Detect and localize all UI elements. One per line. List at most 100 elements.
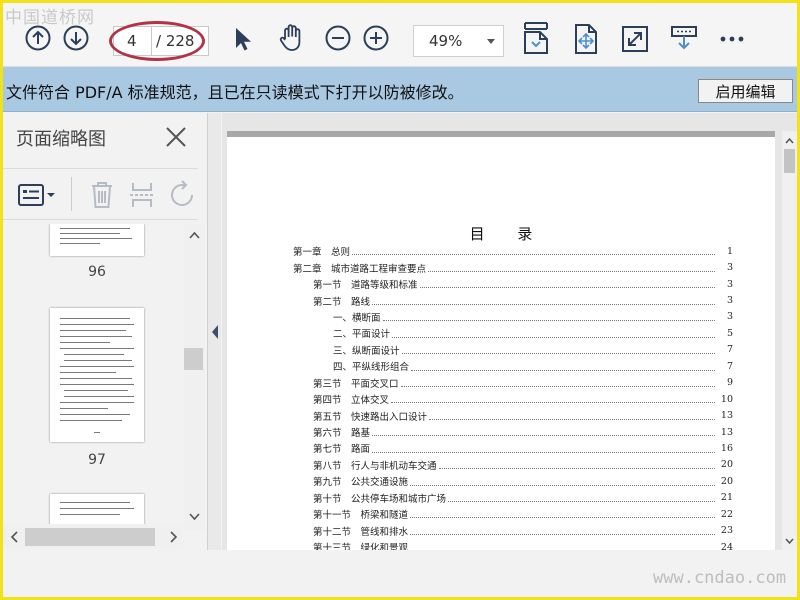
tray-download-icon [671, 26, 697, 50]
toc-entry-label: 第一章 总则 [293, 247, 351, 259]
toc-entry-page: 22 [720, 508, 733, 520]
hand-tool-button[interactable] [275, 21, 309, 55]
total-pages-label: / 228 [156, 32, 195, 50]
toc-entry[interactable]: 第十三节 绿化和景观 24 [293, 539, 733, 550]
page-layout-button[interactable] [519, 19, 553, 57]
download-tool-button[interactable] [667, 21, 701, 55]
toc-entry-label: 四、平纵线形组合 [333, 362, 410, 374]
thumbnail-list[interactable]: 96 97 [3, 224, 183, 524]
arrow-down-icon [63, 25, 89, 51]
toc-entry[interactable]: 第一章 总则 1 [293, 243, 733, 259]
split-icon [130, 183, 154, 207]
toc-entry-page: 3 [726, 262, 733, 274]
toc-entry-label: 第九节 公共交通设施 [313, 477, 409, 489]
toc-entry[interactable]: 第十二节 管线和排水 23 [293, 522, 733, 538]
current-page-input[interactable]: 4 [114, 27, 152, 55]
zoom-out-button[interactable] [323, 23, 353, 53]
toc-entry-page: 1 [726, 245, 733, 257]
rotate-view-button[interactable] [569, 21, 603, 57]
thumbnail-options-button[interactable] [15, 179, 59, 211]
toc-entry[interactable]: 第十一节 桥梁和隧道 22 [293, 506, 733, 522]
toc-entry-page: 7 [726, 344, 733, 356]
toc-entry[interactable]: 第六节 路基 13 [293, 424, 733, 440]
toc-leader-dots [429, 418, 715, 420]
toc-entry[interactable]: 第五节 快速路出入口设计 13 [293, 407, 733, 423]
zoom-in-button[interactable] [361, 23, 391, 53]
toc-entry-label: 第八节 行人与非机动车交通 [313, 460, 437, 472]
panel-title: 页面缩略图 [16, 129, 106, 150]
thumbnail-page-number: 97 [88, 452, 106, 468]
page-thumbnail[interactable] [50, 224, 144, 256]
delete-page-button[interactable] [87, 179, 117, 211]
rotate-icon [171, 180, 193, 206]
toc-entry-page: 3 [726, 295, 733, 307]
toolbar-divider [71, 177, 72, 211]
toc-leader-dots [428, 270, 715, 272]
toc-entry-page: 3 [726, 311, 733, 323]
horizontal-scroll-thumb[interactable] [25, 528, 155, 546]
document-move-icon [575, 24, 597, 54]
toc-leader-dots [410, 517, 715, 519]
toc-entry[interactable]: 一、横断面 3 [293, 309, 733, 325]
toc-entry[interactable]: 三、纵断面设计 7 [293, 342, 733, 358]
thumbnail-vertical-scrollbar[interactable] [184, 224, 205, 530]
toc-entry[interactable]: 第九节 公共交通设施 20 [293, 473, 733, 489]
toc-entry-label: 第四节 立体交叉 [313, 395, 390, 407]
cursor-arrow-icon [236, 28, 251, 51]
toc-leader-dots [401, 353, 715, 355]
document-view[interactable]: 目 录 第一章 总则 1 第二章 城市道路工程审查要点 3 第一节 道路等级和标准 3 第二… [222, 113, 797, 550]
toc-leader-dots [400, 385, 715, 387]
toc-leader-dots [448, 501, 715, 502]
arrow-up-icon [25, 25, 51, 51]
toc-entry[interactable]: 第一节 道路等级和标准 3 [293, 276, 733, 292]
rotate-page-button[interactable] [167, 179, 197, 211]
thumbnail-toolbar [3, 168, 198, 220]
toc-entry-label: 第十一节 桥梁和隧道 [313, 510, 409, 522]
toc-entry-page: 20 [720, 459, 733, 471]
enable-editing-button[interactable]: 启用编辑 [698, 79, 793, 103]
page-number-field[interactable]: 4 / 228 [113, 26, 209, 56]
toc-entry[interactable]: 四、平纵线形组合 7 [293, 358, 733, 374]
toc-entry-page: 13 [720, 426, 733, 438]
toc-entry-page: 7 [726, 360, 733, 372]
toc-entry-page: 13 [720, 410, 733, 422]
toc-entry[interactable]: 第八节 行人与非机动车交通 20 [293, 457, 733, 473]
toc-leader-dots [352, 254, 715, 256]
toc-leader-dots [419, 287, 715, 289]
toc-entry[interactable]: 二、平面设计 5 [293, 325, 733, 341]
more-options-button[interactable] [715, 23, 749, 55]
toc-leader-dots [382, 320, 715, 322]
close-panel-button[interactable] [163, 124, 189, 150]
document-vertical-scrollbar[interactable] [782, 131, 797, 550]
collapse-panel-handle[interactable] [207, 113, 221, 550]
toc-entry[interactable]: 第四节 立体交叉 10 [293, 391, 733, 407]
thumbnail-scroll-thumb[interactable] [184, 348, 203, 370]
zoom-out-icon [325, 25, 351, 51]
toc-entry-label: 二、平面设计 [333, 329, 391, 341]
split-page-button[interactable] [127, 179, 157, 211]
toc-entry[interactable]: 第三节 平面交叉口 9 [293, 375, 733, 391]
notice-text: 文件符合 PDF/A 标准规范，且已在只读模式下打开以防被修改。 [6, 83, 464, 102]
toc-leader-dots [410, 533, 715, 535]
toc-entry[interactable]: 第十节 公共停车场和城市广场 21 [293, 490, 733, 506]
previous-page-button[interactable] [23, 23, 53, 53]
toc-entry-label: 第七节 路面 [313, 444, 371, 456]
zoom-level-select[interactable]: 49% [413, 25, 504, 57]
toc-leader-dots [392, 336, 715, 338]
next-page-button[interactable] [61, 23, 91, 53]
toc-entry-page: 20 [720, 475, 733, 487]
thumbnail-panel: 页面缩略图 96 97 [3, 113, 205, 550]
page-thumbnail[interactable] [50, 308, 144, 442]
toc-entry[interactable]: 第二章 城市道路工程审查要点 3 [293, 259, 733, 275]
toc-entry[interactable]: 第七节 路面 16 [293, 440, 733, 456]
more-dots-icon [720, 36, 744, 42]
toc-entry-label: 第十二节 管线和排水 [313, 526, 409, 538]
document-scroll-arrows-icon [785, 137, 794, 545]
toc-entry[interactable]: 第二节 路线 3 [293, 292, 733, 308]
toc-entry-label: 第五节 快速路出入口设计 [313, 411, 428, 423]
document-scroll-thumb[interactable] [784, 149, 795, 173]
page-thumbnail[interactable] [50, 494, 144, 524]
full-screen-button[interactable] [619, 23, 651, 55]
select-tool-button[interactable] [227, 23, 257, 55]
close-icon [166, 127, 186, 147]
